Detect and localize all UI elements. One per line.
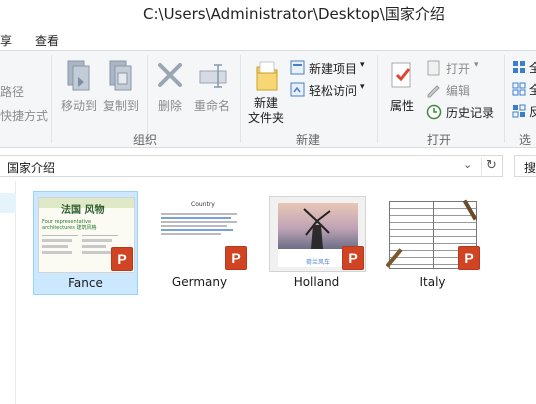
copy-to-label: 复制到 [102, 99, 139, 113]
file-name[interactable]: Italy [381, 275, 484, 289]
chevron-down-icon: ▾ [360, 60, 365, 70]
germany-thumb-heading: Country [191, 201, 215, 208]
group-label-new: 新建 [296, 133, 321, 147]
file-name[interactable]: Holland [265, 275, 368, 289]
group-separator [504, 55, 505, 143]
select-all-icon [513, 61, 525, 73]
edit-label: 编辑 [446, 84, 471, 98]
group-separator [147, 55, 148, 143]
history-icon [426, 104, 442, 120]
select-none-button[interactable]: 全 [510, 81, 536, 99]
file-item-fance[interactable]: 法国 风物 Four representative architectures … [33, 191, 138, 295]
search-input[interactable]: 搜 [514, 155, 536, 177]
invert-selection-button[interactable]: 反 [510, 103, 536, 121]
file-name[interactable]: Fance [34, 276, 137, 290]
select-none-icon [512, 82, 526, 96]
file-name[interactable]: Germany [148, 275, 251, 289]
powerpoint-icon: P [454, 246, 480, 270]
invert-selection-label: 反 [529, 105, 536, 119]
navigation-pane[interactable] [0, 181, 16, 404]
ribbon: 路径 快捷方式 移动到 复制到 删除 重命名 组织 新建 文件夹 新建项目 ▾ … [0, 50, 536, 148]
tab-share[interactable]: 享 [0, 32, 12, 49]
copy-to-icon [109, 60, 132, 91]
history-button[interactable]: 历史记录 [426, 103, 498, 121]
powerpoint-icon: P [107, 247, 133, 271]
address-path: 国家介绍 [7, 161, 56, 175]
open-button[interactable]: 打开 ▾ [426, 59, 486, 77]
group-label-select: 选 [519, 133, 532, 147]
new-item-label: 新建项目 [309, 62, 358, 76]
properties-icon [391, 62, 411, 88]
search-placeholder: 搜 [524, 161, 536, 175]
history-label: 历史记录 [446, 106, 495, 120]
refresh-icon[interactable]: ↻ [481, 158, 501, 176]
invert-selection-icon [512, 104, 526, 118]
new-folder-icon [256, 61, 278, 91]
powerpoint-icon: P [221, 246, 247, 270]
edit-icon [427, 85, 440, 98]
easy-access-button[interactable]: 轻松访问 ▾ [290, 81, 370, 99]
window-title: C:\Users\Administrator\Desktop\国家介绍 [143, 5, 445, 23]
easy-access-icon [290, 82, 305, 97]
group-separator [51, 55, 52, 143]
move-to-label: 移动到 [60, 99, 97, 113]
file-list: 法国 风物 Four representative architectures … [17, 181, 536, 404]
delete-icon [158, 63, 182, 87]
windmill-icon [303, 208, 331, 249]
delete-label: 删除 [157, 99, 182, 113]
new-item-icon [290, 60, 305, 75]
select-none-label: 全 [529, 83, 536, 97]
address-bar[interactable]: 国家介绍 ⌄ ↻ [0, 155, 503, 177]
file-item-italy[interactable]: P Italy [381, 191, 486, 295]
copy-path-button[interactable]: 路径 [0, 83, 24, 100]
ribbon-tabs: 享 查看 [0, 28, 536, 50]
powerpoint-icon: P [338, 246, 364, 270]
tab-view[interactable]: 查看 [35, 32, 59, 49]
holland-thumb-caption: 荷兰风车 [306, 259, 331, 266]
fance-thumb-heading: 法国 风物 [61, 205, 105, 216]
edit-button[interactable]: 编辑 [426, 81, 486, 99]
properties-label: 属性 [389, 99, 414, 113]
address-bar-row: 国家介绍 ⌄ ↻ 搜 [0, 153, 536, 179]
fance-thumb-subtitle: Four representative architectures 建筑风格 [42, 219, 97, 231]
nav-selected-item[interactable] [0, 193, 16, 213]
select-all-button[interactable]: 全 [510, 59, 536, 77]
group-label-open: 打开 [427, 133, 452, 147]
new-folder-label-1: 新建 [253, 96, 278, 110]
paste-shortcut-button[interactable]: 快捷方式 [0, 107, 48, 124]
file-item-germany[interactable]: Country P Germany [148, 191, 253, 295]
new-folder-label-2: 文件夹 [247, 111, 284, 125]
select-all-label: 全 [529, 61, 536, 75]
new-item-button[interactable]: 新建项目 ▾ [290, 59, 370, 77]
group-label-organize: 组织 [133, 133, 158, 147]
file-item-holland[interactable]: 荷兰风车 P Holland [265, 191, 370, 295]
move-to-icon [67, 60, 90, 91]
group-separator [377, 55, 378, 143]
rename-label: 重命名 [193, 99, 230, 113]
chevron-down-icon[interactable]: ⌄ [463, 158, 472, 171]
open-label: 打开 [446, 62, 471, 76]
easy-access-label: 轻松访问 [309, 84, 358, 98]
rename-icon [199, 64, 227, 88]
title-bar: C:\Users\Administrator\Desktop\国家介绍 [0, 0, 536, 27]
chevron-down-icon: ▾ [360, 82, 365, 92]
open-icon [427, 60, 440, 76]
chevron-down-icon: ▾ [474, 60, 479, 70]
group-separator [240, 55, 241, 143]
